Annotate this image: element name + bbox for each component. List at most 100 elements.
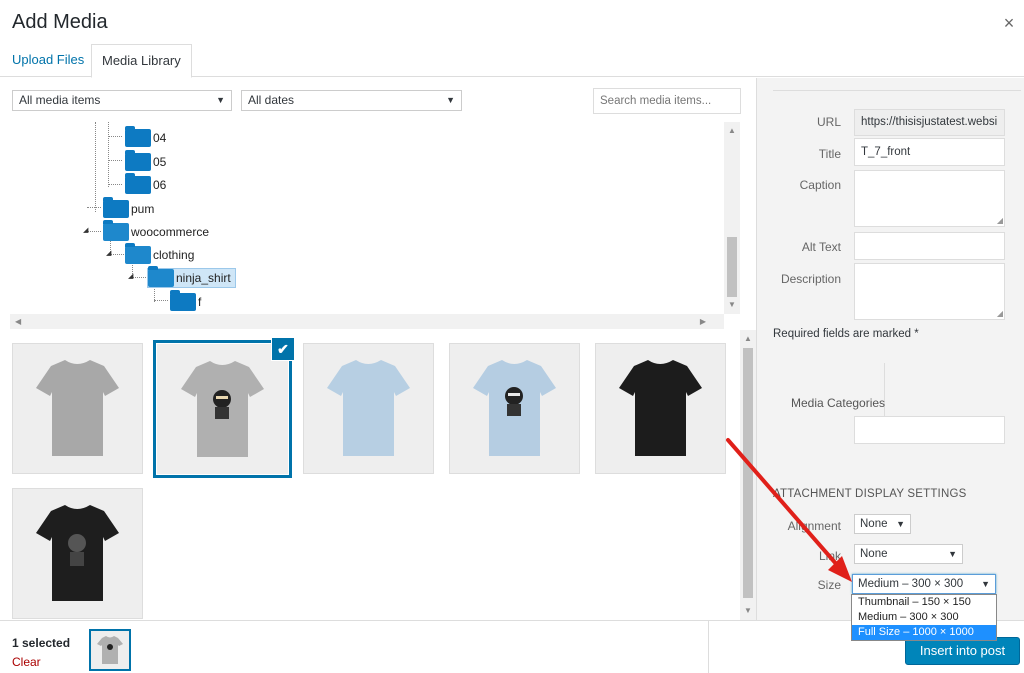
folder-open-icon	[125, 243, 151, 264]
size-label: Size	[817, 578, 841, 592]
tree-horizontal-scrollbar[interactable]: ◀ ▶	[10, 314, 724, 329]
checkmark-icon[interactable]: ✔	[271, 337, 295, 361]
tree-connector	[95, 122, 96, 212]
size-value: Medium – 300 × 300	[858, 578, 964, 590]
tree-node-selected[interactable]: ninja_shirt	[147, 266, 236, 288]
tree-node-label: pum	[131, 202, 155, 216]
media-type-filter[interactable]: All media items ▼	[12, 90, 232, 111]
tree-connector	[108, 136, 122, 137]
attachment-details-sidebar: URL https://thisisjustatest.websi Title …	[756, 78, 1024, 620]
tree-node[interactable]: 04	[125, 126, 167, 148]
tree-connector	[154, 300, 168, 301]
scroll-down-icon[interactable]: ▼	[728, 300, 736, 309]
description-label: Description	[780, 272, 841, 286]
alt-text-field[interactable]	[854, 232, 1005, 260]
scroll-left-icon[interactable]: ◀	[15, 317, 21, 326]
display-settings-heading: ATTACHMENT DISPLAY SETTINGS	[773, 488, 967, 500]
tab-media-library[interactable]: Media Library	[91, 44, 192, 78]
scrollbar-thumb[interactable]	[743, 348, 753, 598]
tree-node-label: f	[198, 295, 202, 309]
folder-icon	[125, 126, 151, 147]
tree-node-label: woocommerce	[131, 225, 210, 239]
tree-connector	[108, 184, 122, 185]
attachment-thumbnail[interactable]	[303, 343, 434, 474]
tshirt-image	[36, 360, 119, 456]
folder-tree: ◢ ◢ ◢ 04 05 06 pum woocommerce clothing …	[10, 122, 740, 329]
chevron-down-icon: ▼	[896, 519, 905, 529]
tree-toggle-icon[interactable]: ◢	[106, 249, 111, 257]
url-field[interactable]: https://thisisjustatest.websi	[854, 109, 1005, 136]
tree-node-label: clothing	[153, 248, 195, 262]
chevron-down-icon: ▼	[948, 549, 957, 559]
alignment-select[interactable]: None ▼	[854, 514, 911, 534]
divider	[773, 90, 1021, 91]
description-field[interactable]: ◢	[854, 263, 1005, 320]
tree-vertical-scrollbar[interactable]: ▲ ▼	[724, 122, 740, 314]
tshirt-image	[36, 505, 119, 601]
size-option-medium[interactable]: Medium – 300 × 300	[852, 610, 996, 625]
tree-node[interactable]: pum	[103, 197, 155, 219]
selected-attachment-thumbnail[interactable]	[89, 629, 131, 671]
tree-node[interactable]: f	[170, 290, 202, 312]
caption-field[interactable]: ◢	[854, 170, 1005, 227]
tree-node[interactable]: woocommerce	[103, 220, 210, 242]
attachments-grid: ✔	[0, 330, 740, 620]
selection-count: 1 selected	[12, 636, 71, 650]
modal-title: Add Media	[12, 11, 108, 33]
folder-icon	[125, 150, 151, 171]
tshirt-image	[97, 636, 123, 664]
folder-icon	[125, 173, 151, 194]
scrollbar-thumb[interactable]	[727, 237, 737, 297]
clear-selection-link[interactable]: Clear	[12, 655, 41, 669]
scroll-up-icon[interactable]: ▲	[744, 334, 752, 343]
chevron-down-icon: ▼	[216, 95, 225, 105]
folder-icon	[103, 197, 129, 218]
media-categories-field[interactable]	[854, 416, 1005, 444]
alt-text-label: Alt Text	[801, 240, 841, 254]
tree-node-label: 04	[153, 131, 167, 145]
tree-toggle-icon[interactable]: ◢	[83, 226, 88, 234]
insert-into-post-button[interactable]: Insert into post	[905, 637, 1020, 665]
search-input[interactable]: Search media items...	[593, 88, 741, 114]
chevron-down-icon: ▼	[981, 579, 990, 589]
caption-label: Caption	[799, 178, 841, 192]
media-type-value: All media items	[19, 93, 101, 107]
scroll-right-icon[interactable]: ▶	[700, 317, 706, 326]
chevron-down-icon: ▼	[446, 95, 455, 105]
tree-node-label: 05	[153, 155, 167, 169]
resize-handle-icon[interactable]: ◢	[997, 309, 1003, 318]
tree-node[interactable]: 06	[125, 173, 166, 195]
folder-open-icon	[148, 266, 174, 287]
tree-node[interactable]: 05	[125, 150, 167, 172]
grid-vertical-scrollbar[interactable]: ▲ ▼	[740, 330, 756, 620]
link-select[interactable]: None ▼	[854, 544, 963, 564]
resize-handle-icon[interactable]: ◢	[997, 216, 1003, 225]
date-filter[interactable]: All dates ▼	[241, 90, 462, 111]
size-option-full[interactable]: Full Size – 1000 × 1000	[852, 625, 996, 640]
link-label: Link	[818, 549, 841, 563]
attachment-thumbnail[interactable]	[449, 343, 580, 474]
size-select[interactable]: Medium – 300 × 300 ▼	[852, 574, 996, 594]
divider	[708, 621, 709, 673]
tree-toggle-icon[interactable]: ◢	[128, 272, 133, 280]
url-label: URL	[816, 115, 841, 129]
folder-open-icon	[103, 220, 129, 241]
attachment-thumbnail[interactable]	[12, 488, 143, 619]
attachment-thumbnail[interactable]	[12, 343, 143, 474]
scroll-up-icon[interactable]: ▲	[728, 126, 736, 135]
tab-upload-files[interactable]: Upload Files	[2, 44, 94, 77]
media-toolbar: All media items ▼ All dates ▼ Search med…	[0, 78, 755, 122]
link-value: None	[860, 548, 888, 560]
title-field[interactable]: T_7_front	[854, 138, 1005, 166]
tshirt-image	[473, 360, 556, 456]
attachment-thumbnail-selected[interactable]: ✔	[153, 337, 295, 478]
tree-connector	[87, 207, 101, 208]
media-categories-label: Media Categories	[791, 396, 886, 410]
size-option-thumbnail[interactable]: Thumbnail – 150 × 150	[852, 595, 996, 610]
tree-connector	[108, 160, 122, 161]
tree-node[interactable]: clothing	[125, 243, 195, 265]
attachment-thumbnail[interactable]	[595, 343, 726, 474]
tree-connector	[108, 122, 109, 187]
scroll-down-icon[interactable]: ▼	[744, 606, 752, 615]
close-icon[interactable]: ×	[1000, 14, 1018, 32]
